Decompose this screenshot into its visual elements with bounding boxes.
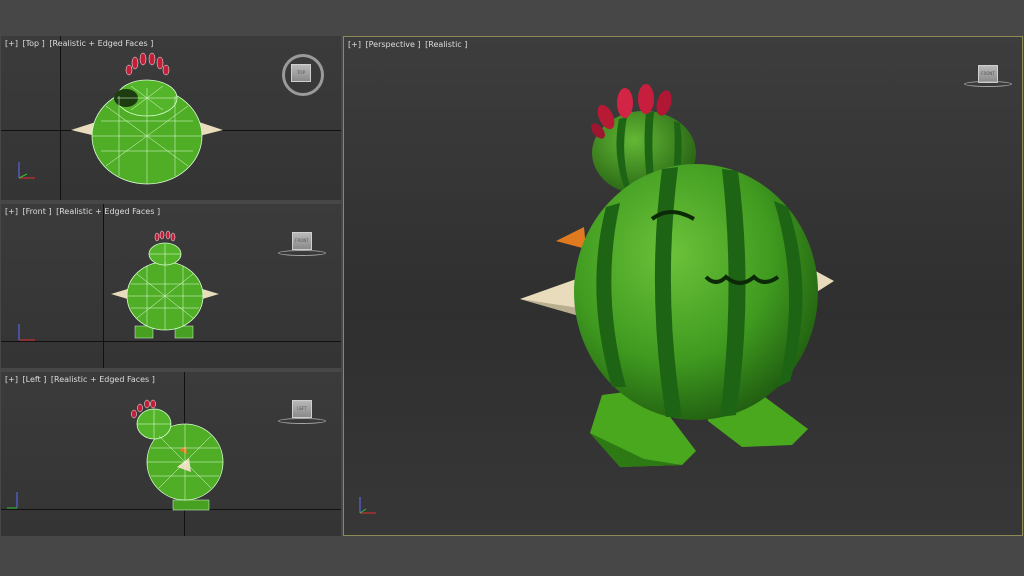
viewport-left[interactable]: LEFT [+] [Left ] [Realistic + Edged Face… xyxy=(1,372,341,536)
viewport-menu-plus[interactable]: [+] xyxy=(5,39,18,48)
viewport-shading-mode[interactable]: [Realistic + Edged Faces ] xyxy=(56,207,160,216)
viewport-shading-mode[interactable]: [Realistic + Edged Faces ] xyxy=(51,375,155,384)
flower xyxy=(154,230,176,242)
spike xyxy=(199,122,223,136)
cactus-model-left[interactable] xyxy=(1,372,341,536)
axis-tripod-icon xyxy=(7,492,18,509)
flower xyxy=(125,52,170,76)
viewport-label-top[interactable]: [+] [Top ] [Realistic + Edged Faces ] xyxy=(5,39,155,48)
viewport-shading-mode[interactable]: [Realistic ] xyxy=(425,40,467,49)
viewport-view-name[interactable]: [Left ] xyxy=(23,375,47,384)
viewport-label-perspective[interactable]: [+] [Perspective ] [Realistic ] xyxy=(348,40,469,49)
viewport-view-name[interactable]: [Top ] xyxy=(23,39,45,48)
cactus-model-front[interactable] xyxy=(1,204,341,368)
foot xyxy=(172,499,210,511)
viewport-menu-plus[interactable]: [+] xyxy=(5,207,18,216)
axis-tripod-icon xyxy=(18,162,35,179)
viewport-menu-plus[interactable]: [+] xyxy=(348,40,361,49)
axis-tripod-icon xyxy=(359,497,376,514)
viewport-perspective[interactable]: FRONT [+] [Perspective ] [Realistic ] xyxy=(343,36,1023,536)
viewcube[interactable]: FRONT xyxy=(292,232,312,250)
viewport-view-name[interactable]: [Perspective ] xyxy=(366,40,421,49)
viewport-menu-plus[interactable]: [+] xyxy=(5,375,18,384)
cactus-model-perspective[interactable] xyxy=(344,37,1023,536)
beak xyxy=(556,227,586,249)
viewcube-base[interactable] xyxy=(278,418,326,424)
viewcube-base[interactable] xyxy=(964,81,1012,87)
viewport-shading-mode[interactable]: [Realistic + Edged Faces ] xyxy=(49,39,153,48)
viewcube[interactable]: TOP xyxy=(291,64,311,82)
viewport-front[interactable]: FRONT [+] [Front ] [Realistic + Edged Fa… xyxy=(1,204,341,368)
axis-tripod-icon xyxy=(18,324,35,341)
viewcube[interactable]: LEFT xyxy=(292,400,312,418)
viewcube-base[interactable] xyxy=(278,250,326,256)
viewport-view-name[interactable]: [Front ] xyxy=(23,207,52,216)
viewport-top[interactable]: TOP [+] [Top ] [Realistic + Edged Faces … xyxy=(1,36,341,200)
viewport-label-left[interactable]: [+] [Left ] [Realistic + Edged Faces ] xyxy=(5,375,157,384)
viewport-label-front[interactable]: [+] [Front ] [Realistic + Edged Faces ] xyxy=(5,207,162,216)
